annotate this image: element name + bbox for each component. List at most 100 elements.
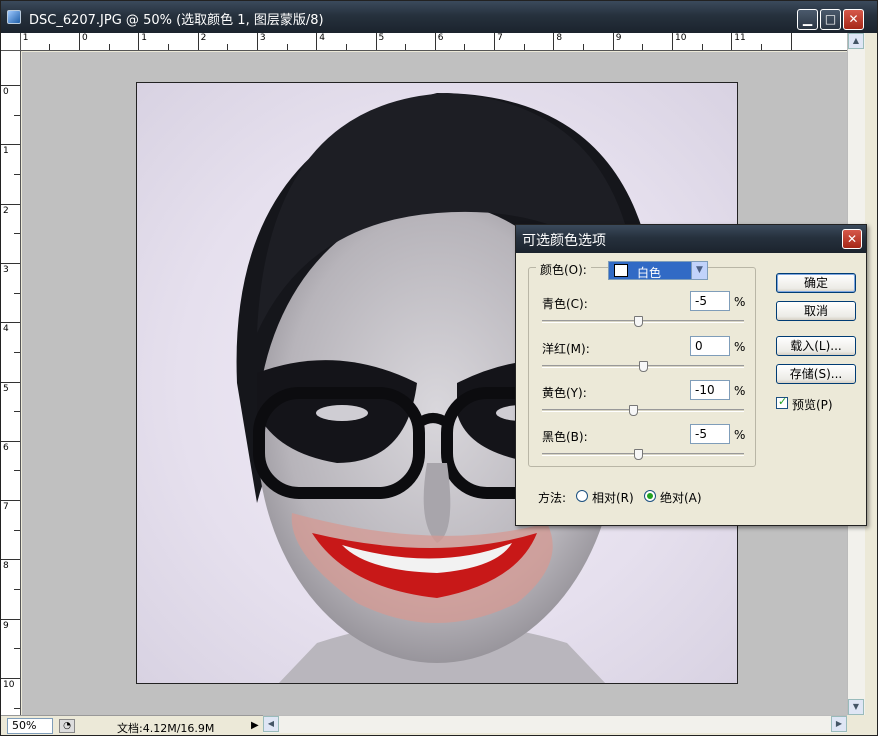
document-titlebar[interactable]: DSC_6207.JPG @ 50% (选取颜色 1, 图层蒙版/8) ▁ □ … <box>1 1 877 33</box>
load-button[interactable]: 载入(L)... <box>776 336 856 356</box>
document-size-info: 文档:4.12M/16.9M <box>117 722 215 735</box>
ruler-tick <box>494 33 496 50</box>
scroll-up-icon[interactable]: ▲ <box>848 33 864 49</box>
magenta-slider[interactable] <box>542 361 744 372</box>
ruler-label: 0 <box>82 33 88 43</box>
ruler-label: 2 <box>200 33 207 43</box>
cyan-slider[interactable] <box>542 316 744 327</box>
ruler-tick <box>14 351 20 353</box>
status-bar: 50% ◔ 文档:4.12M/16.9M ▶ <box>1 715 263 735</box>
ruler-tick <box>672 33 673 50</box>
black-slider-thumb[interactable] <box>634 449 643 460</box>
yellow-unit: % <box>734 384 746 398</box>
scroll-down-icon[interactable]: ▼ <box>848 699 864 715</box>
dialog-titlebar[interactable]: 可选颜色选项 ✕ <box>516 225 866 253</box>
magenta-slider-thumb[interactable] <box>639 361 648 372</box>
ruler-label: 4 <box>319 33 325 43</box>
status-info-icon[interactable]: ◔ <box>59 719 75 733</box>
ruler-origin[interactable] <box>1 33 21 51</box>
ruler-tick <box>14 411 20 413</box>
ruler-label: 4 <box>3 324 9 335</box>
relative-radio-label[interactable]: 相对(R) <box>592 489 634 506</box>
ruler-tick <box>14 589 20 591</box>
ruler-tick <box>405 44 407 50</box>
ruler-tick <box>256 33 258 50</box>
yellow-input[interactable]: -10 <box>690 380 730 400</box>
horizontal-ruler[interactable]: 1 0 1 2 3 4 5 6 7 8 9 10 11 <box>21 33 847 51</box>
absolute-radio[interactable] <box>644 490 656 502</box>
ruler-label: 3 <box>259 33 266 43</box>
chevron-down-icon[interactable]: ▼ <box>691 262 707 279</box>
ruler-tick <box>14 292 20 294</box>
ruler-tick <box>227 44 229 50</box>
status-menu-arrow-icon[interactable]: ▶ <box>251 720 259 731</box>
ruler-tick <box>1 262 20 264</box>
ruler-label: 1 <box>3 146 9 157</box>
ruler-tick <box>14 114 20 116</box>
ruler-tick <box>14 707 20 709</box>
yellow-slider-thumb[interactable] <box>629 405 638 416</box>
close-button[interactable]: ✕ <box>843 9 864 30</box>
ruler-tick <box>14 173 20 175</box>
ruler-tick <box>612 33 614 50</box>
preview-checkbox-label[interactable]: 预览(P) <box>792 396 833 413</box>
vertical-ruler[interactable]: 0 1 2 3 4 5 6 7 8 9 10 <box>1 51 21 715</box>
absolute-radio-label[interactable]: 绝对(A) <box>660 489 702 506</box>
ruler-tick <box>316 33 318 50</box>
ruler-tick <box>523 44 525 50</box>
magenta-unit: % <box>734 340 746 354</box>
ruler-label: 6 <box>437 33 444 43</box>
ruler-tick <box>1 440 20 442</box>
ruler-tick <box>1 322 20 324</box>
ruler-label: 0 <box>3 87 9 97</box>
ruler-tick <box>434 33 436 50</box>
ruler-tick <box>108 44 110 50</box>
cyan-input[interactable]: -5 <box>690 291 730 311</box>
preview-checkbox[interactable] <box>776 395 788 409</box>
black-slider[interactable] <box>542 449 744 460</box>
ruler-label: 11 <box>734 33 746 43</box>
cancel-button[interactable]: 取消 <box>776 301 856 321</box>
ruler-tick <box>1 559 20 561</box>
ruler-tick <box>138 33 140 50</box>
ruler-tick <box>14 648 20 650</box>
ruler-tick <box>14 233 20 235</box>
dialog-title: 可选颜色选项 <box>522 233 606 249</box>
black-input[interactable]: -5 <box>690 424 730 444</box>
color-label: 颜色(O): <box>536 261 591 278</box>
ruler-tick <box>375 33 377 50</box>
ruler-tick <box>1 678 20 679</box>
minimize-button[interactable]: ▁ <box>797 9 818 30</box>
ruler-tick <box>49 44 51 50</box>
maximize-button[interactable]: □ <box>820 9 841 30</box>
ruler-tick <box>731 33 733 50</box>
ruler-tick <box>1 144 20 146</box>
ruler-tick <box>167 44 169 50</box>
scroll-right-icon[interactable]: ▶ <box>831 716 847 732</box>
ruler-tick <box>642 44 644 50</box>
method-label: 方法: <box>538 491 567 505</box>
ruler-label: 10 <box>3 680 15 690</box>
dialog-close-button[interactable]: ✕ <box>842 229 862 249</box>
relative-radio[interactable] <box>576 490 588 502</box>
ruler-tick <box>14 529 20 531</box>
ruler-label: 8 <box>3 561 9 572</box>
ruler-label: 9 <box>3 620 9 631</box>
scroll-left-icon[interactable]: ◀ <box>263 716 279 732</box>
yellow-slider[interactable] <box>542 405 744 416</box>
ruler-tick <box>14 470 20 472</box>
magenta-input[interactable]: 0 <box>690 336 730 356</box>
document-title: DSC_6207.JPG @ 50% (选取颜色 1, 图层蒙版/8) <box>29 13 324 28</box>
ruler-label: 8 <box>556 33 563 43</box>
color-select-value: 白色 <box>637 266 662 280</box>
zoom-input[interactable]: 50% <box>7 718 53 734</box>
ruler-tick <box>553 33 555 50</box>
save-button[interactable]: 存储(S)... <box>776 364 856 384</box>
horizontal-scrollbar[interactable]: ◀ ▶ <box>263 715 847 733</box>
ok-button[interactable]: 确定 <box>776 273 856 293</box>
ruler-tick <box>760 44 762 50</box>
ruler-tick <box>583 44 585 50</box>
cyan-slider-thumb[interactable] <box>634 316 643 327</box>
color-select[interactable]: 白色 ▼ <box>608 261 708 280</box>
ruler-tick <box>1 500 20 502</box>
